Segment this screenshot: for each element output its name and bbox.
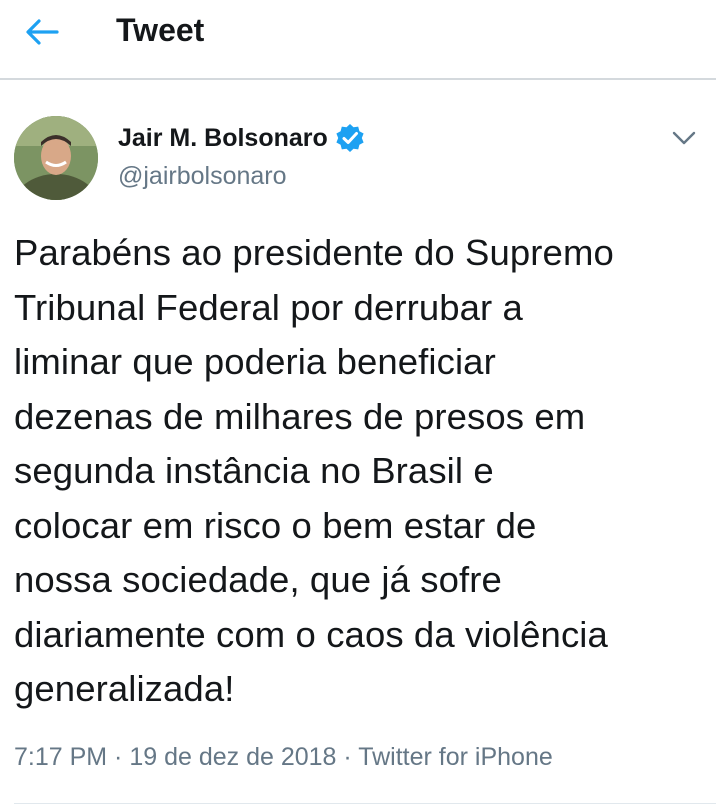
tweet-metadata: 7:17 PM · 19 de dez de 2018 · Twitter fo… <box>14 740 553 774</box>
avatar-image <box>14 116 98 200</box>
tweet-options-button[interactable] <box>668 124 700 152</box>
arrow-left-icon <box>26 19 59 45</box>
meta-separator: · <box>336 743 359 771</box>
avatar[interactable] <box>14 116 98 200</box>
tweet-source[interactable]: Twitter for iPhone <box>358 743 553 771</box>
chevron-down-icon <box>672 131 696 145</box>
page-title: Tweet <box>116 12 205 48</box>
tweet-text: Parabéns ao presidente do Supremo Tribun… <box>14 232 614 709</box>
author-name[interactable]: Jair M. Bolsonaro <box>118 122 328 154</box>
verified-badge-icon <box>336 124 364 152</box>
tweet-time[interactable]: 7:17 PM <box>14 743 107 771</box>
author-name-row[interactable]: Jair M. Bolsonaro <box>118 122 366 154</box>
divider <box>14 803 716 804</box>
meta-separator: · <box>107 743 130 771</box>
top-bar: Tweet <box>0 0 716 80</box>
tweet-date[interactable]: 19 de dez de 2018 <box>129 743 336 771</box>
back-button[interactable] <box>22 14 62 50</box>
author-handle[interactable]: @jairbolsonaro <box>118 160 287 192</box>
